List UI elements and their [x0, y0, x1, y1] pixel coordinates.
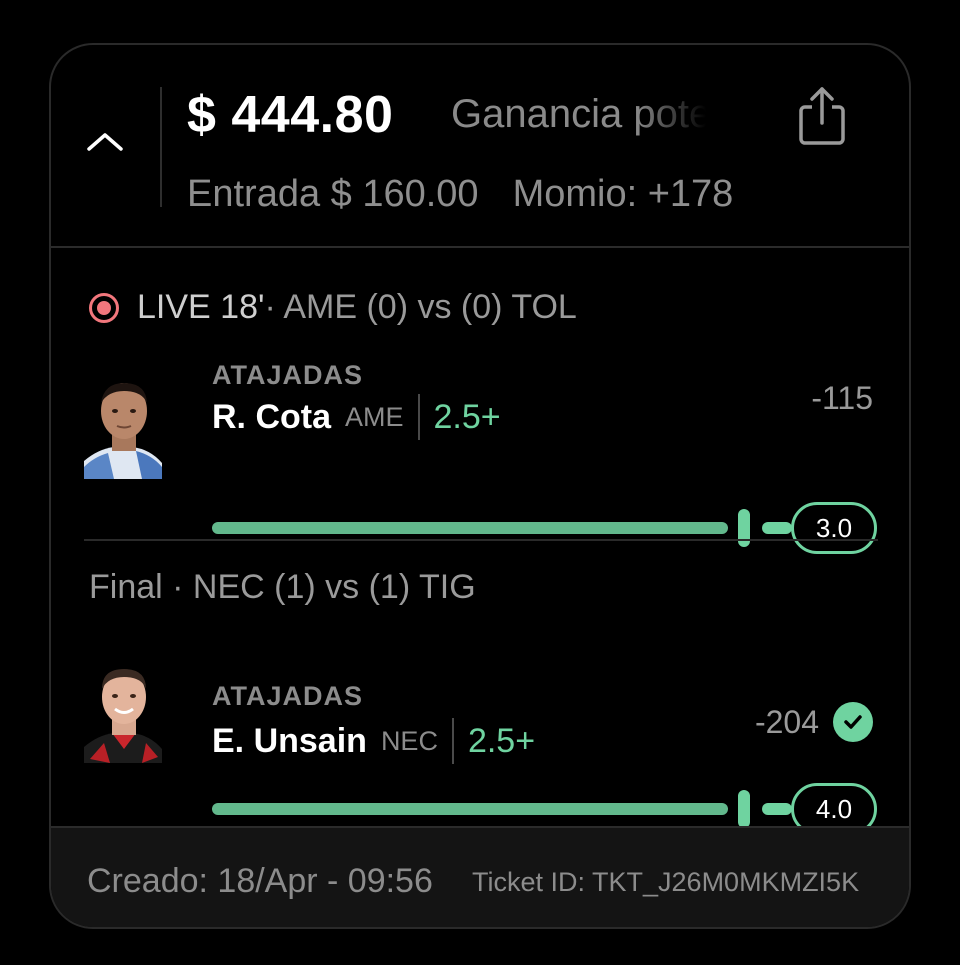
bet-line: 2.5+ [467, 721, 536, 760]
total-odds: Momio: +178 [512, 173, 734, 215]
ticket-footer: Creado: 18/Apr - 09:56 Ticket ID: TKT_J2… [51, 826, 909, 927]
bet-leg: Final · NEC (1) vs (1) TIG ATAJADAS E. U… [51, 538, 909, 835]
bet-ticket-card: $ 444.80 Ganancia potencial Entrada $ 16… [49, 43, 911, 929]
progress-segment [762, 803, 792, 815]
match-status: LIVE 18' · AME (0) vs (0) TOL [89, 288, 577, 327]
bet-line: 2.5+ [433, 397, 501, 436]
collapse-button[interactable] [85, 127, 125, 157]
match-score: · AME (0) vs (0) TOL [264, 288, 577, 326]
progress-track [212, 522, 728, 534]
team-code: AME [345, 401, 404, 432]
target-marker [738, 790, 750, 828]
player-name: R. Cota [212, 397, 331, 436]
leg-odds: -115 [811, 380, 873, 417]
progress-segment [762, 522, 792, 534]
player-line: R. Cota AME 2.5+ [212, 394, 501, 440]
player-divider [417, 394, 420, 440]
match-status: Final · NEC (1) vs (1) TIG [89, 568, 476, 607]
player-name: E. Unsain [212, 721, 367, 760]
live-status: LIVE 18' [137, 288, 265, 326]
player-avatar [84, 663, 162, 763]
live-indicator-icon [89, 292, 119, 323]
stake-and-odds: Entrada $ 160.00 Momio: +178 [187, 173, 733, 216]
share-button[interactable] [795, 85, 849, 147]
player-line: E. Unsain NEC 2.5+ [212, 718, 535, 764]
ticket-id[interactable]: Ticket ID: TKT_J26M0MKMZI5K [472, 867, 909, 898]
leg-odds-value: -115 [811, 380, 873, 416]
leg-odds-value: -204 [754, 703, 819, 740]
progress-track [212, 803, 728, 815]
match-score: Final · NEC (1) vs (1) TIG [89, 568, 476, 606]
header-divider [160, 87, 162, 207]
ticket-header: $ 444.80 Ganancia potencial Entrada $ 16… [51, 45, 909, 248]
player-divider [451, 718, 454, 764]
payout-label: Ganancia potencial [451, 92, 706, 137]
share-icon [799, 87, 845, 145]
check-circle-icon [833, 702, 873, 742]
potential-payout: $ 444.80 [187, 86, 394, 144]
market-name: ATAJADAS [212, 681, 364, 711]
created-timestamp: Creado: 18/Apr - 09:56 [87, 862, 433, 900]
team-code: NEC [380, 725, 438, 756]
stake-amount: Entrada $ 160.00 [187, 173, 479, 215]
leg-odds: -204 [755, 702, 873, 742]
player-avatar [84, 379, 162, 479]
market-name: ATAJADAS [212, 360, 364, 390]
bet-leg: LIVE 18' · AME (0) vs (0) TOL ATAJADAS R… [51, 248, 909, 554]
chevron-up-icon [87, 133, 123, 151]
